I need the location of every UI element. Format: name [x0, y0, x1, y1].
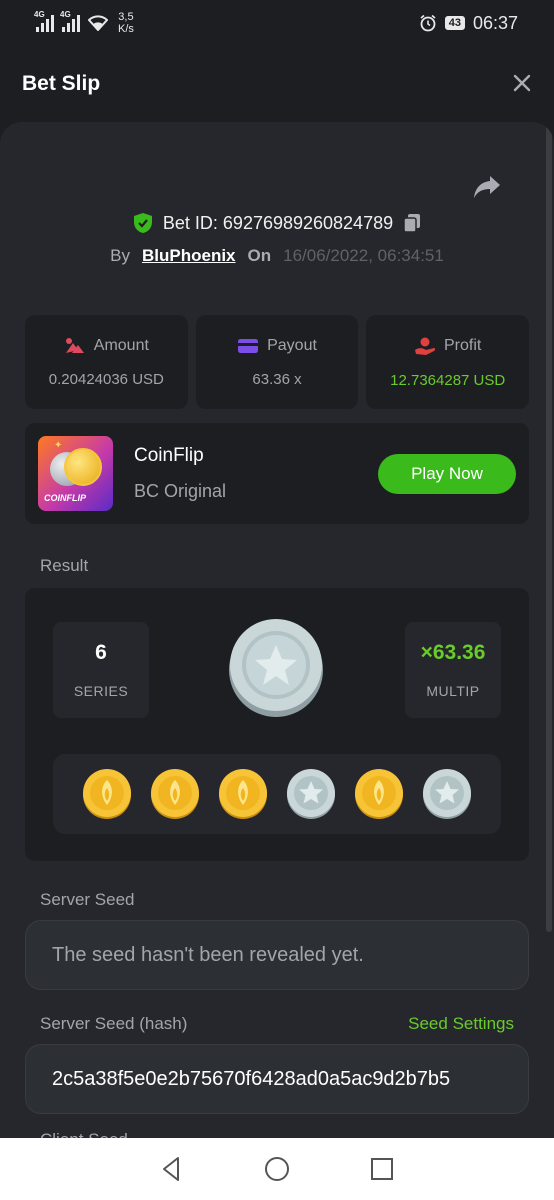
recents-icon[interactable]	[368, 1155, 396, 1183]
status-bar: 4G 4G 3,5 K/s 43 06:37	[0, 0, 554, 46]
stat-label: Profit	[444, 336, 482, 354]
scrollbar[interactable]	[546, 122, 552, 932]
multiplier-label: MULTIP	[426, 683, 480, 699]
bet-slip-panel: Bet ID: 69276989260824789 By BluPhoenix …	[0, 122, 554, 1138]
coins-icon	[65, 337, 84, 353]
page-title: Bet Slip	[22, 72, 101, 95]
net-speed: 3,5 K/s	[118, 11, 134, 35]
hand-coin-icon	[415, 337, 436, 355]
stats-row: Amount 0.20424036 USD Payout 63.36 x Pro…	[25, 315, 530, 409]
seed-settings-link[interactable]: Seed Settings	[408, 1014, 514, 1034]
server-seed-field[interactable]: The seed hasn't been revealed yet.	[25, 920, 529, 990]
stat-payout: Payout 63.36 x	[195, 315, 359, 409]
battery-indicator: 43	[444, 16, 465, 30]
alarm-icon	[420, 14, 436, 32]
by-label: By	[110, 246, 130, 265]
multiplier-value: ×63.36	[420, 641, 486, 664]
close-icon	[513, 74, 531, 92]
series-label: SERIES	[73, 683, 129, 699]
client-seed-label: Client Seed	[40, 1130, 128, 1138]
app-root: 4G 4G 3,5 K/s 43 06:37 Bet Slip Bet ID: …	[0, 0, 554, 1200]
series-box: 6 SERIES	[53, 622, 149, 718]
signal-tag: 4G	[34, 10, 45, 19]
server-seed-hash-field[interactable]: 2c5a38f5e0e2b75670f6428ad0a5ac9d2b7b5	[25, 1044, 529, 1114]
gold-coin-icon	[83, 769, 131, 819]
stat-profit: Profit 12.7364287 USD	[366, 315, 530, 409]
system-nav-bar	[0, 1138, 554, 1200]
close-button[interactable]	[512, 69, 532, 99]
coin-history	[53, 754, 501, 834]
stat-value: 0.20424036 USD	[48, 370, 164, 388]
signal-icon: 4G	[34, 10, 54, 32]
result-panel: 6 SERIES ×63.36 MULTIP	[25, 588, 529, 861]
bet-id-row: Bet ID: 69276989260824789	[0, 212, 554, 234]
stat-amount: Amount 0.20424036 USD	[25, 315, 188, 409]
silver-coin-icon	[229, 619, 323, 717]
on-label: On	[247, 246, 272, 265]
gold-coin-icon	[64, 448, 102, 486]
status-right: 43 06:37	[419, 13, 518, 34]
stat-label: Amount	[93, 336, 149, 354]
share-icon[interactable]	[472, 174, 502, 200]
shield-check-icon	[133, 213, 152, 233]
signal-icon: 4G	[60, 10, 80, 32]
gold-coin-icon	[355, 769, 403, 819]
series-value: 6	[95, 641, 107, 664]
game-thumbnail[interactable]: ✦ COINFLIP	[38, 436, 113, 511]
multiplier-box: ×63.36 MULTIP	[405, 622, 501, 718]
back-icon[interactable]	[158, 1155, 186, 1183]
thumb-label: COINFLIP	[44, 493, 86, 503]
copy-icon[interactable]	[403, 213, 421, 233]
header: Bet Slip	[0, 46, 554, 122]
wifi-icon	[88, 15, 108, 31]
server-seed-label: Server Seed	[40, 890, 135, 909]
clock: 06:37	[472, 12, 518, 33]
silver-coin-icon	[287, 769, 335, 819]
game-name: CoinFlip	[134, 445, 204, 466]
game-card: ✦ COINFLIP CoinFlip BC Original Play Now	[25, 423, 529, 524]
stat-label: Payout	[267, 336, 317, 354]
sparkle-icon: ✦	[54, 440, 63, 451]
game-subtitle: BC Original	[134, 481, 227, 501]
card-icon	[238, 338, 259, 353]
game-info: CoinFlip BC Original	[134, 445, 226, 502]
bet-date: 16/06/2022, 06:34:51	[283, 246, 444, 265]
bet-id-label: Bet ID: 69276989260824789	[162, 212, 394, 233]
stat-value: 12.7364287 USD	[390, 371, 506, 389]
silver-coin-icon	[423, 769, 471, 819]
home-icon[interactable]	[263, 1155, 291, 1183]
stat-value: 63.36 x	[252, 370, 302, 388]
result-label: Result	[40, 556, 89, 575]
play-now-button[interactable]: Play Now	[378, 453, 516, 494]
server-seed-hash-label: Server Seed (hash)	[40, 1014, 188, 1033]
status-left: 4G 4G 3,5 K/s	[34, 10, 134, 35]
gold-coin-icon	[219, 769, 267, 819]
user-link[interactable]: BluPhoenix	[142, 246, 236, 266]
bet-byline: By BluPhoenix On 16/06/2022, 06:34:51	[0, 246, 554, 266]
signal-tag: 4G	[60, 10, 71, 19]
gold-coin-icon	[151, 769, 199, 819]
